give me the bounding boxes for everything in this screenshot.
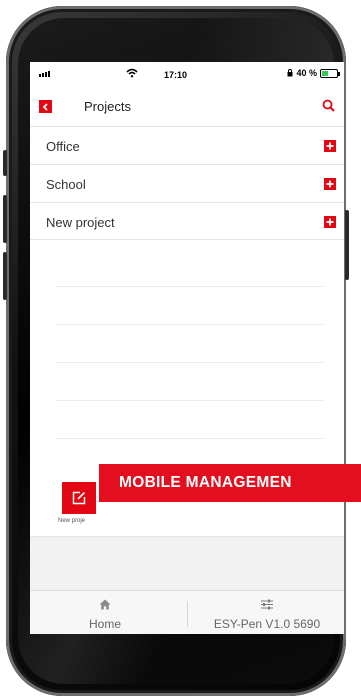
battery-percent: 40 % [296,68,317,78]
page-title: Projects [84,99,131,114]
back-button[interactable] [39,100,52,113]
battery-icon [320,68,340,78]
power-button [345,210,349,280]
status-bar: 17:10 40 % [30,62,344,86]
project-row[interactable]: School [30,164,344,202]
project-list: Office School New project [30,126,344,240]
plus-icon [326,218,334,226]
phone-screen: 17:10 40 % Projects Office School New pr… [30,62,344,634]
list-divider [56,286,324,287]
bottom-spacer [30,536,344,591]
tab-device-label: ESY-Pen V1.0 5690 [213,617,321,631]
sliders-icon [261,599,273,610]
new-project-label: New proje [58,518,86,524]
add-button[interactable] [324,178,336,190]
plus-icon [326,142,334,150]
list-divider [56,362,324,363]
wifi-icon [126,68,138,80]
mute-switch [3,150,7,176]
search-icon [322,99,335,112]
list-divider [56,324,324,325]
mobile-management-banner: MOBILE MANAGEMEN [99,464,361,502]
search-button[interactable] [321,98,337,114]
cell-signal-icon [39,71,50,77]
list-divider [56,438,324,439]
project-name: Office [46,139,80,154]
project-row[interactable]: Office [30,126,344,164]
lock-rotation-icon [287,69,293,77]
project-name: New project [46,215,115,230]
volume-up-button [3,195,7,243]
edit-icon [72,491,86,505]
tab-device[interactable]: ESY-Pen V1.0 5690 [192,597,342,631]
tab-bar: Home ESY-Pen V1.0 5690 [30,590,344,634]
home-icon [99,599,111,610]
clock: 17:10 [164,70,188,80]
add-button[interactable] [324,216,336,228]
tab-home[interactable]: Home [70,597,140,631]
app-header: Projects [30,86,344,126]
tab-home-label: Home [88,617,121,631]
add-button[interactable] [324,140,336,152]
tab-divider [187,601,188,627]
battery-status: 40 % [287,68,340,78]
list-divider [56,400,324,401]
project-row[interactable]: New project [30,202,344,240]
volume-down-button [3,252,7,300]
project-name: School [46,177,86,192]
plus-icon [326,180,334,188]
new-project-button[interactable] [62,482,96,514]
chevron-left-icon [42,102,48,111]
